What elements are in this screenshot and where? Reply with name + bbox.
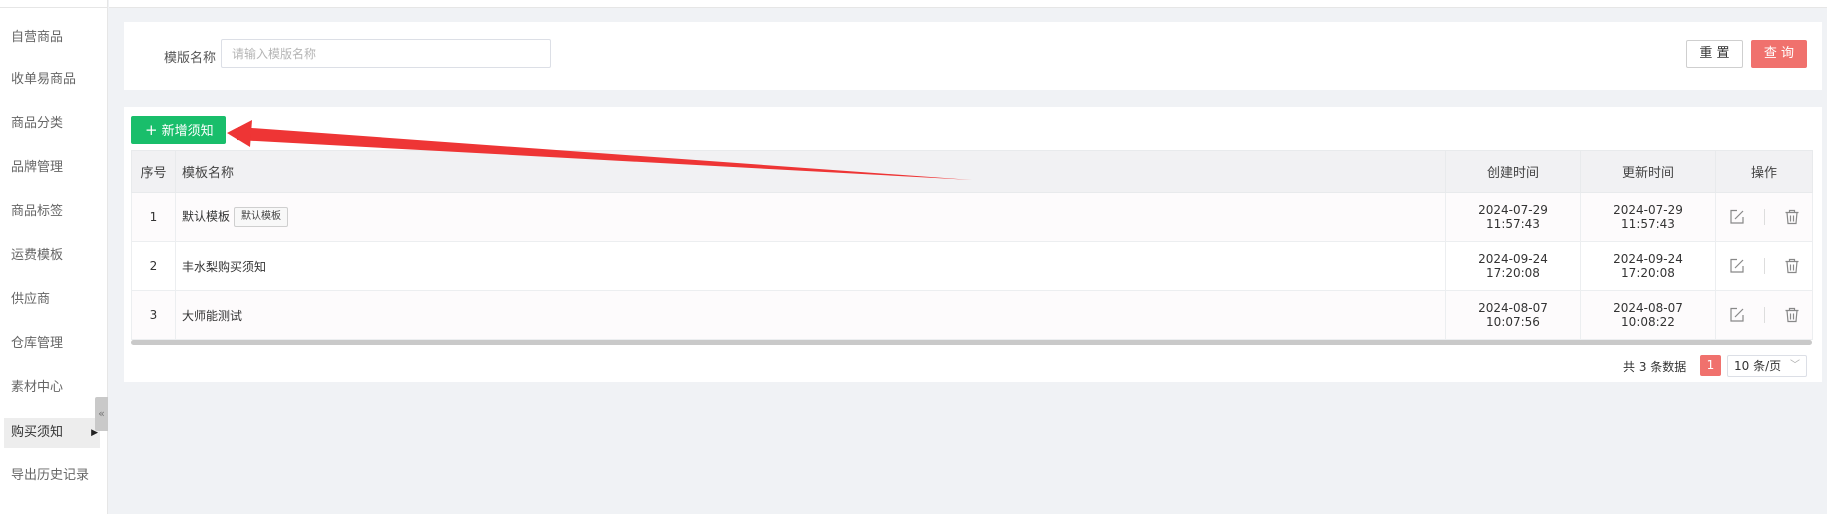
edit-icon[interactable] bbox=[1726, 304, 1748, 326]
sidebar-item-label: 素材中心 bbox=[11, 380, 64, 395]
sidebar-item-suppliers[interactable]: 供应商 bbox=[4, 285, 100, 315]
table-row: 2 丰水梨购买须知 2024-09-24 17:20:08 2024-09-24… bbox=[131, 241, 1813, 291]
pagination-page-1[interactable]: 1 bbox=[1700, 355, 1721, 376]
delete-icon[interactable] bbox=[1781, 206, 1803, 228]
sidebar-item-label: 收单易商品 bbox=[11, 72, 77, 87]
action-divider bbox=[1763, 307, 1765, 323]
table-header-row: 序号 模板名称 创建时间 更新时间 操作 bbox=[131, 150, 1813, 193]
chevron-down-icon: ﹀ bbox=[1790, 360, 1800, 371]
column-header-template-name: 模板名称 bbox=[175, 150, 1446, 193]
row-template-name-cell: 默认模板 默认模板 bbox=[175, 192, 1446, 242]
sidebar-item-purchase-notice[interactable]: 购买须知 ▶ bbox=[4, 418, 100, 448]
sidebar-item-product-tags[interactable]: 商品标签 bbox=[4, 197, 100, 227]
row-created-time: 2024-08-07 10:07:56 bbox=[1445, 290, 1581, 340]
sidebar-item-shoudanyi-products[interactable]: 收单易商品 bbox=[4, 65, 100, 95]
sidebar-item-label: 仓库管理 bbox=[11, 336, 64, 351]
pagination-total: 共 3 条数据 bbox=[1623, 360, 1687, 374]
sidebar-item-label: 商品分类 bbox=[11, 116, 64, 131]
sidebar-item-warehouse-management[interactable]: 仓库管理 bbox=[4, 329, 100, 359]
template-name-label: 模版名称 bbox=[164, 51, 217, 66]
sidebar-item-label: 商品标签 bbox=[11, 204, 64, 219]
row-actions bbox=[1715, 192, 1813, 242]
pagination: 共 3 条数据 1 10 条/页 ﹀ bbox=[124, 352, 1822, 382]
page-size-select[interactable]: 10 条/页 ﹀ bbox=[1727, 355, 1807, 377]
row-created-time: 2024-09-24 17:20:08 bbox=[1445, 241, 1581, 291]
column-header-updated-time: 更新时间 bbox=[1580, 150, 1716, 193]
column-header-created-time: 创建时间 bbox=[1445, 150, 1581, 193]
row-template-name-cell: 丰水梨购买须知 bbox=[175, 241, 1446, 291]
row-actions bbox=[1715, 241, 1813, 291]
query-button[interactable]: 查 询 bbox=[1751, 40, 1807, 68]
delete-icon[interactable] bbox=[1781, 255, 1803, 277]
row-created-time: 2024-07-29 11:57:43 bbox=[1445, 192, 1581, 242]
sidebar-item-label: 导出历史记录 bbox=[11, 468, 90, 483]
row-index: 1 bbox=[131, 192, 176, 242]
edit-icon[interactable] bbox=[1726, 206, 1748, 228]
edit-icon[interactable] bbox=[1726, 255, 1748, 277]
sidebar: 自营商品 收单易商品 商品分类 品牌管理 商品标签 运费模板 供应商 仓库管理 … bbox=[0, 0, 108, 514]
sidebar-item-brand-management[interactable]: 品牌管理 bbox=[4, 153, 100, 183]
row-updated-time: 2024-08-07 10:08:22 bbox=[1580, 290, 1716, 340]
delete-icon[interactable] bbox=[1781, 304, 1803, 326]
sidebar-item-label: 运费模板 bbox=[11, 248, 64, 263]
top-bar bbox=[109, 0, 1827, 8]
default-template-badge: 默认模板 bbox=[234, 207, 289, 227]
sidebar-collapse-button[interactable]: « bbox=[95, 397, 108, 431]
column-header-index: 序号 bbox=[131, 150, 176, 193]
page-size-value: 10 条/页 bbox=[1734, 359, 1782, 373]
sidebar-top-divider bbox=[0, 0, 108, 8]
sidebar-item-material-center[interactable]: 素材中心 bbox=[4, 373, 100, 403]
row-index: 2 bbox=[131, 241, 176, 291]
plus-icon: + bbox=[145, 121, 158, 139]
horizontal-scrollbar[interactable] bbox=[131, 340, 1812, 345]
reset-button[interactable]: 重 置 bbox=[1686, 40, 1743, 68]
sidebar-item-label: 自营商品 bbox=[11, 30, 64, 45]
table-row: 1 默认模板 默认模板 2024-07-29 11:57:43 2024-07-2… bbox=[131, 192, 1813, 242]
table-row: 3 大师能测试 2024-08-07 10:07:56 2024-08-07 1… bbox=[131, 290, 1813, 340]
row-index: 3 bbox=[131, 290, 176, 340]
row-template-name: 默认模板 bbox=[182, 209, 231, 224]
add-notice-button[interactable]: + 新增须知 bbox=[131, 116, 226, 144]
sidebar-item-label: 品牌管理 bbox=[11, 160, 64, 175]
template-table: 序号 模板名称 创建时间 更新时间 操作 1 默认模板 默认模板 2024-07-… bbox=[131, 150, 1813, 340]
action-divider bbox=[1763, 209, 1765, 225]
search-panel: 模版名称 重 置 查 询 bbox=[124, 22, 1822, 90]
row-template-name: 大师能测试 bbox=[182, 308, 243, 323]
sidebar-item-self-operated-products[interactable]: 自营商品 bbox=[4, 23, 100, 53]
column-header-actions: 操作 bbox=[1715, 150, 1813, 193]
row-template-name-cell: 大师能测试 bbox=[175, 290, 1446, 340]
row-updated-time: 2024-07-29 11:57:43 bbox=[1580, 192, 1716, 242]
double-chevron-left-icon: « bbox=[98, 407, 105, 420]
row-actions bbox=[1715, 290, 1813, 340]
row-updated-time: 2024-09-24 17:20:08 bbox=[1580, 241, 1716, 291]
action-divider bbox=[1763, 258, 1765, 274]
sidebar-item-product-categories[interactable]: 商品分类 bbox=[4, 109, 100, 139]
sidebar-item-label: 供应商 bbox=[11, 292, 51, 307]
sidebar-item-export-history[interactable]: 导出历史记录 bbox=[4, 461, 100, 491]
add-notice-label: 新增须知 bbox=[161, 124, 214, 139]
template-table-panel: + 新增须知 序号 模板名称 创建时间 更新时间 操作 1 默认模板 默认模板 20… bbox=[124, 107, 1822, 382]
sidebar-item-shipping-templates[interactable]: 运费模板 bbox=[4, 241, 100, 271]
template-name-input[interactable] bbox=[221, 39, 551, 68]
row-template-name: 丰水梨购买须知 bbox=[182, 259, 267, 274]
sidebar-item-label: 购买须知 bbox=[11, 425, 64, 440]
